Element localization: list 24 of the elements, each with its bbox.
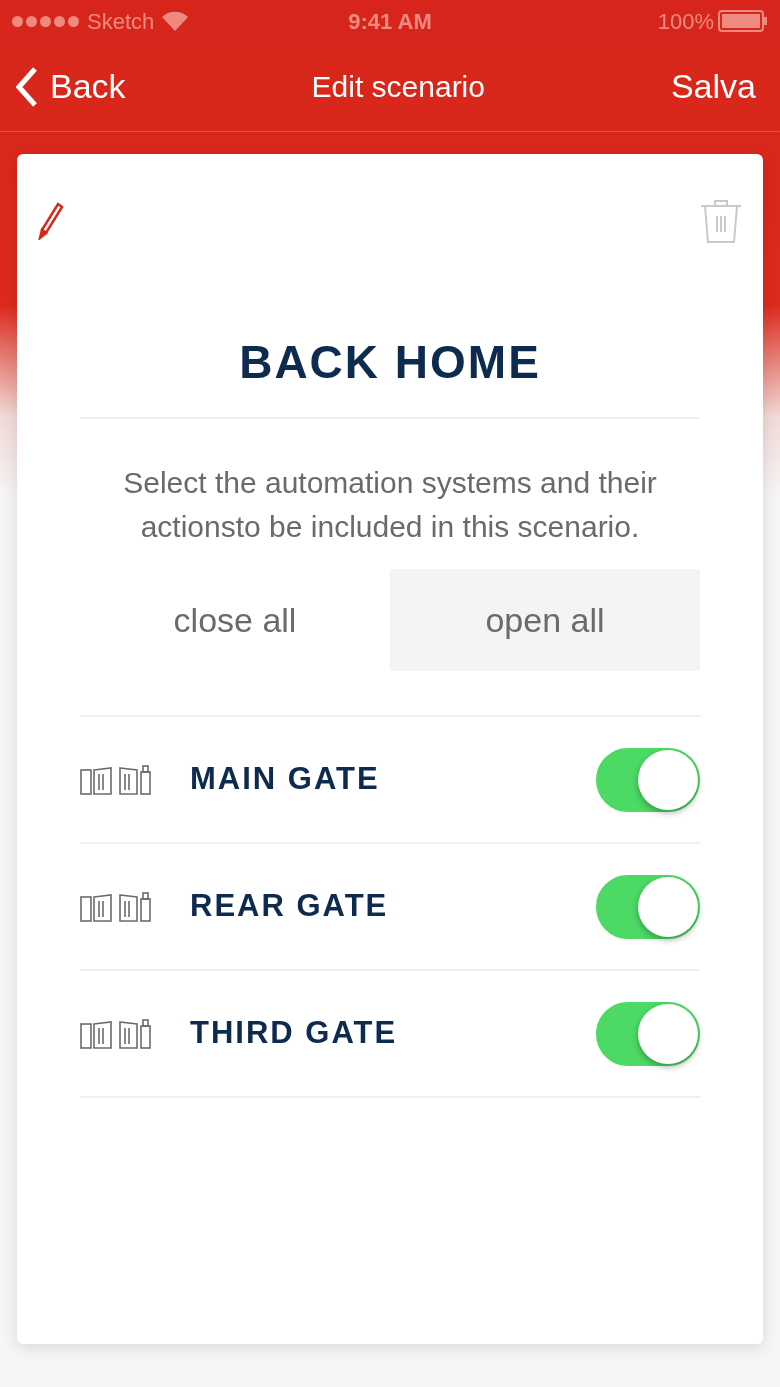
toggle-switch[interactable] — [596, 874, 700, 939]
wifi-icon — [162, 11, 189, 31]
chevron-left-icon — [16, 66, 38, 107]
status-time: 9:41 AM — [348, 7, 432, 36]
device-name: THIRD GATE — [190, 1014, 399, 1053]
gate-icon — [80, 1017, 152, 1050]
back-button[interactable]: Back — [16, 61, 126, 112]
segment-button[interactable]: open all — [390, 569, 700, 671]
carrier-name: Sketch — [87, 7, 155, 36]
battery-icon — [718, 10, 768, 32]
gate-icon — [80, 890, 152, 923]
instruction-text: Select the automation systems and their actionsto be included in this scenario. — [122, 465, 658, 545]
trash-icon[interactable] — [700, 198, 742, 244]
device-name: REAR GATE — [190, 887, 390, 926]
gate-icon — [80, 763, 152, 796]
scenario-name: BACK HOME — [80, 328, 700, 419]
save-button[interactable]: Salva — [670, 61, 764, 112]
device-name: MAIN GATE — [190, 760, 381, 799]
toggle-switch[interactable] — [596, 747, 700, 812]
battery-percent: 100% — [657, 7, 714, 36]
pencil-icon[interactable] — [38, 202, 64, 240]
screen-title: Edit scenario — [311, 69, 485, 105]
signal-icon — [12, 15, 79, 27]
toggle-switch[interactable] — [596, 1001, 700, 1066]
